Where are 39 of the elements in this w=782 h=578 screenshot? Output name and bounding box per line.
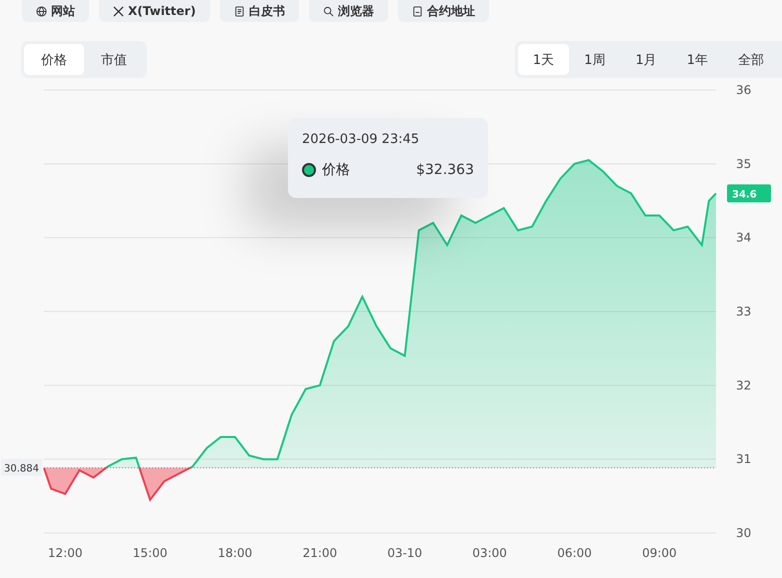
ref-line-label: 30.884 xyxy=(4,464,39,475)
document-icon xyxy=(412,6,423,16)
range-tab[interactable]: 1月 xyxy=(620,44,672,75)
tooltip-value: $32.363 xyxy=(416,162,474,178)
range-tab[interactable]: 1年 xyxy=(672,44,723,75)
y-axis-label: 30 xyxy=(736,526,752,540)
x-axis-label: 18:00 xyxy=(218,546,252,560)
reference-value-tag: 30.884 xyxy=(1,458,42,476)
link-button[interactable]: 合约地址 xyxy=(398,0,489,22)
range-tab[interactable]: 1周 xyxy=(569,44,620,75)
link-button[interactable]: 白皮书 xyxy=(220,0,299,22)
x-axis-label: 12:00 xyxy=(48,546,83,560)
x-axis-label: 03:00 xyxy=(472,546,507,560)
y-axis-label: 36 xyxy=(736,83,752,97)
y-axis-label: 32 xyxy=(736,378,752,392)
y-axis-label: 33 xyxy=(736,304,752,318)
link-button[interactable]: 网站 xyxy=(22,0,89,22)
x-axis-label: 15:00 xyxy=(132,546,168,560)
last-price-tag: 34.6 xyxy=(727,184,771,202)
globe-icon xyxy=(36,6,47,16)
y-axis-label: 31 xyxy=(736,452,752,466)
range-tab[interactable]: 1天 xyxy=(518,44,570,75)
tooltip-time: 2026-03-09 23:45 xyxy=(302,132,420,147)
tooltip-series-label: 价格 xyxy=(322,161,351,179)
x-axis-label: 09:00 xyxy=(642,546,677,560)
metric-tab[interactable]: 市值 xyxy=(84,44,144,75)
x-logo-icon xyxy=(113,6,124,16)
series-dot-icon xyxy=(302,163,316,177)
x-axis-label: 21:00 xyxy=(302,546,338,560)
y-axis-label: 35 xyxy=(736,156,752,171)
range-tab[interactable]: 全部 xyxy=(723,44,779,75)
metric-tab[interactable]: 价格 xyxy=(24,44,84,75)
search-icon xyxy=(322,6,334,16)
link-button[interactable]: X(Twitter) xyxy=(99,0,210,22)
y-axis-label: 34 xyxy=(736,230,752,245)
x-axis-label: 06:00 xyxy=(557,546,592,560)
link-button[interactable]: 浏览器 xyxy=(308,0,388,22)
document-icon xyxy=(234,6,245,16)
x-axis-label: 03-10 xyxy=(387,546,422,560)
